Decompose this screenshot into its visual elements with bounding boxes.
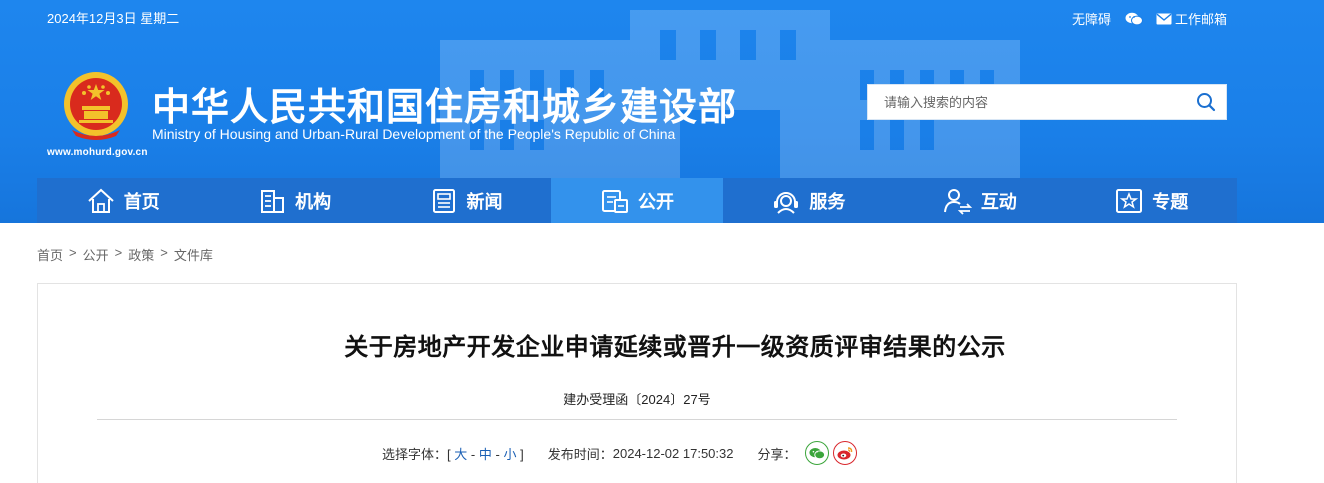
nav-item-label: 机构: [295, 191, 332, 212]
site-title: 中华人民共和国住房和城乡建设部: [152, 87, 738, 129]
topbar-links: 无障碍 工作邮箱: [1072, 9, 1227, 28]
font-bracket-close: ]: [520, 446, 524, 462]
search-button[interactable]: [1186, 85, 1226, 119]
nav-item-label: 公开: [637, 191, 674, 212]
nav-item-label: 新闻: [466, 191, 503, 212]
breadcrumb-separator: >: [160, 245, 168, 260]
search-input[interactable]: [868, 85, 1186, 119]
news-icon: [432, 188, 455, 213]
main-nav: 首页 机构 新闻 公开 服务 互动 专题: [37, 178, 1237, 223]
search-box: [867, 84, 1227, 120]
breadcrumb-policy[interactable]: 政策: [128, 245, 154, 264]
nav-item-label: 首页: [123, 191, 160, 212]
nav-item-topic[interactable]: 专题: [1066, 178, 1237, 223]
font-bracket-open: [: [447, 446, 451, 462]
article-title: 关于房地产开发企业申请延续或晋升一级资质评审结果的公示: [344, 334, 1006, 361]
nav-item-service[interactable]: 服务: [723, 178, 894, 223]
service-icon: [774, 191, 799, 214]
font-large-button[interactable]: 大: [454, 447, 467, 462]
site-subtitle: Ministry of Housing and Urban-Rural Deve…: [152, 126, 676, 142]
nav-item-label: 专题: [1152, 191, 1189, 212]
wechat-icon[interactable]: [1125, 12, 1143, 26]
national-emblem-logo[interactable]: [62, 70, 130, 142]
nav-item-interaction[interactable]: 互动: [894, 178, 1065, 223]
disclosure-icon: [601, 189, 628, 213]
nav-item-label: 服务: [809, 191, 846, 212]
share-wechat-button[interactable]: [804, 441, 829, 465]
search-icon: [1197, 93, 1216, 112]
font-small-button[interactable]: 小: [503, 447, 516, 462]
site-header: 2024年12月3日 星期二 无障碍 工作邮箱 www.mohurd.gov.c…: [0, 0, 1324, 223]
topic-icon: [1116, 188, 1143, 213]
document-number: 建办受理函〔2024〕27号: [563, 392, 711, 407]
breadcrumb-separator: >: [69, 245, 77, 260]
nav-item-organization[interactable]: 机构: [208, 178, 379, 223]
nav-item-home[interactable]: 首页: [37, 178, 208, 223]
nav-item-label: 互动: [980, 191, 1017, 212]
weibo-icon: [837, 447, 852, 460]
interaction-icon: [943, 188, 972, 215]
breadcrumb-document-library[interactable]: 文件库: [174, 245, 213, 264]
font-dash: -: [470, 446, 476, 462]
publish-time: 2024-12-02 17:50:32: [612, 445, 734, 461]
nav-item-news[interactable]: 新闻: [380, 178, 551, 223]
home-icon: [88, 188, 114, 213]
mail-icon: [1156, 13, 1172, 24]
font-size-label: 选择字体：: [382, 446, 448, 462]
work-mail-label: 工作邮箱: [1174, 12, 1227, 27]
work-mail-link[interactable]: 工作邮箱: [1143, 9, 1227, 28]
font-dash: -: [495, 446, 500, 462]
wechat-icon: [808, 447, 825, 459]
breadcrumb: 首页 > 公开 > 政策 > 文件库: [37, 245, 213, 264]
site-url: www.mohurd.gov.cn: [47, 147, 148, 158]
font-medium-button[interactable]: 中: [479, 447, 492, 462]
publish-time-label: 发布时间：: [547, 446, 613, 462]
breadcrumb-separator: >: [114, 245, 123, 260]
nav-item-disclosure[interactable]: 公开: [551, 178, 723, 223]
breadcrumb-disclosure[interactable]: 公开: [83, 245, 109, 264]
accessibility-link[interactable]: 无障碍: [1072, 9, 1111, 28]
current-date: 2024年12月3日 星期二: [47, 11, 180, 26]
divider: [97, 419, 1177, 420]
article-meta: 选择字体： [ 大 - 中 - 小 ] 发布时间： 2024-12-02 17:…: [382, 441, 857, 465]
building-icon: [261, 189, 285, 213]
share-label: 分享：: [757, 446, 797, 462]
breadcrumb-home[interactable]: 首页: [37, 245, 63, 264]
font-size-selector: [ 大 - 中 - 小 ]: [447, 444, 524, 463]
share-weibo-button[interactable]: [832, 441, 857, 465]
